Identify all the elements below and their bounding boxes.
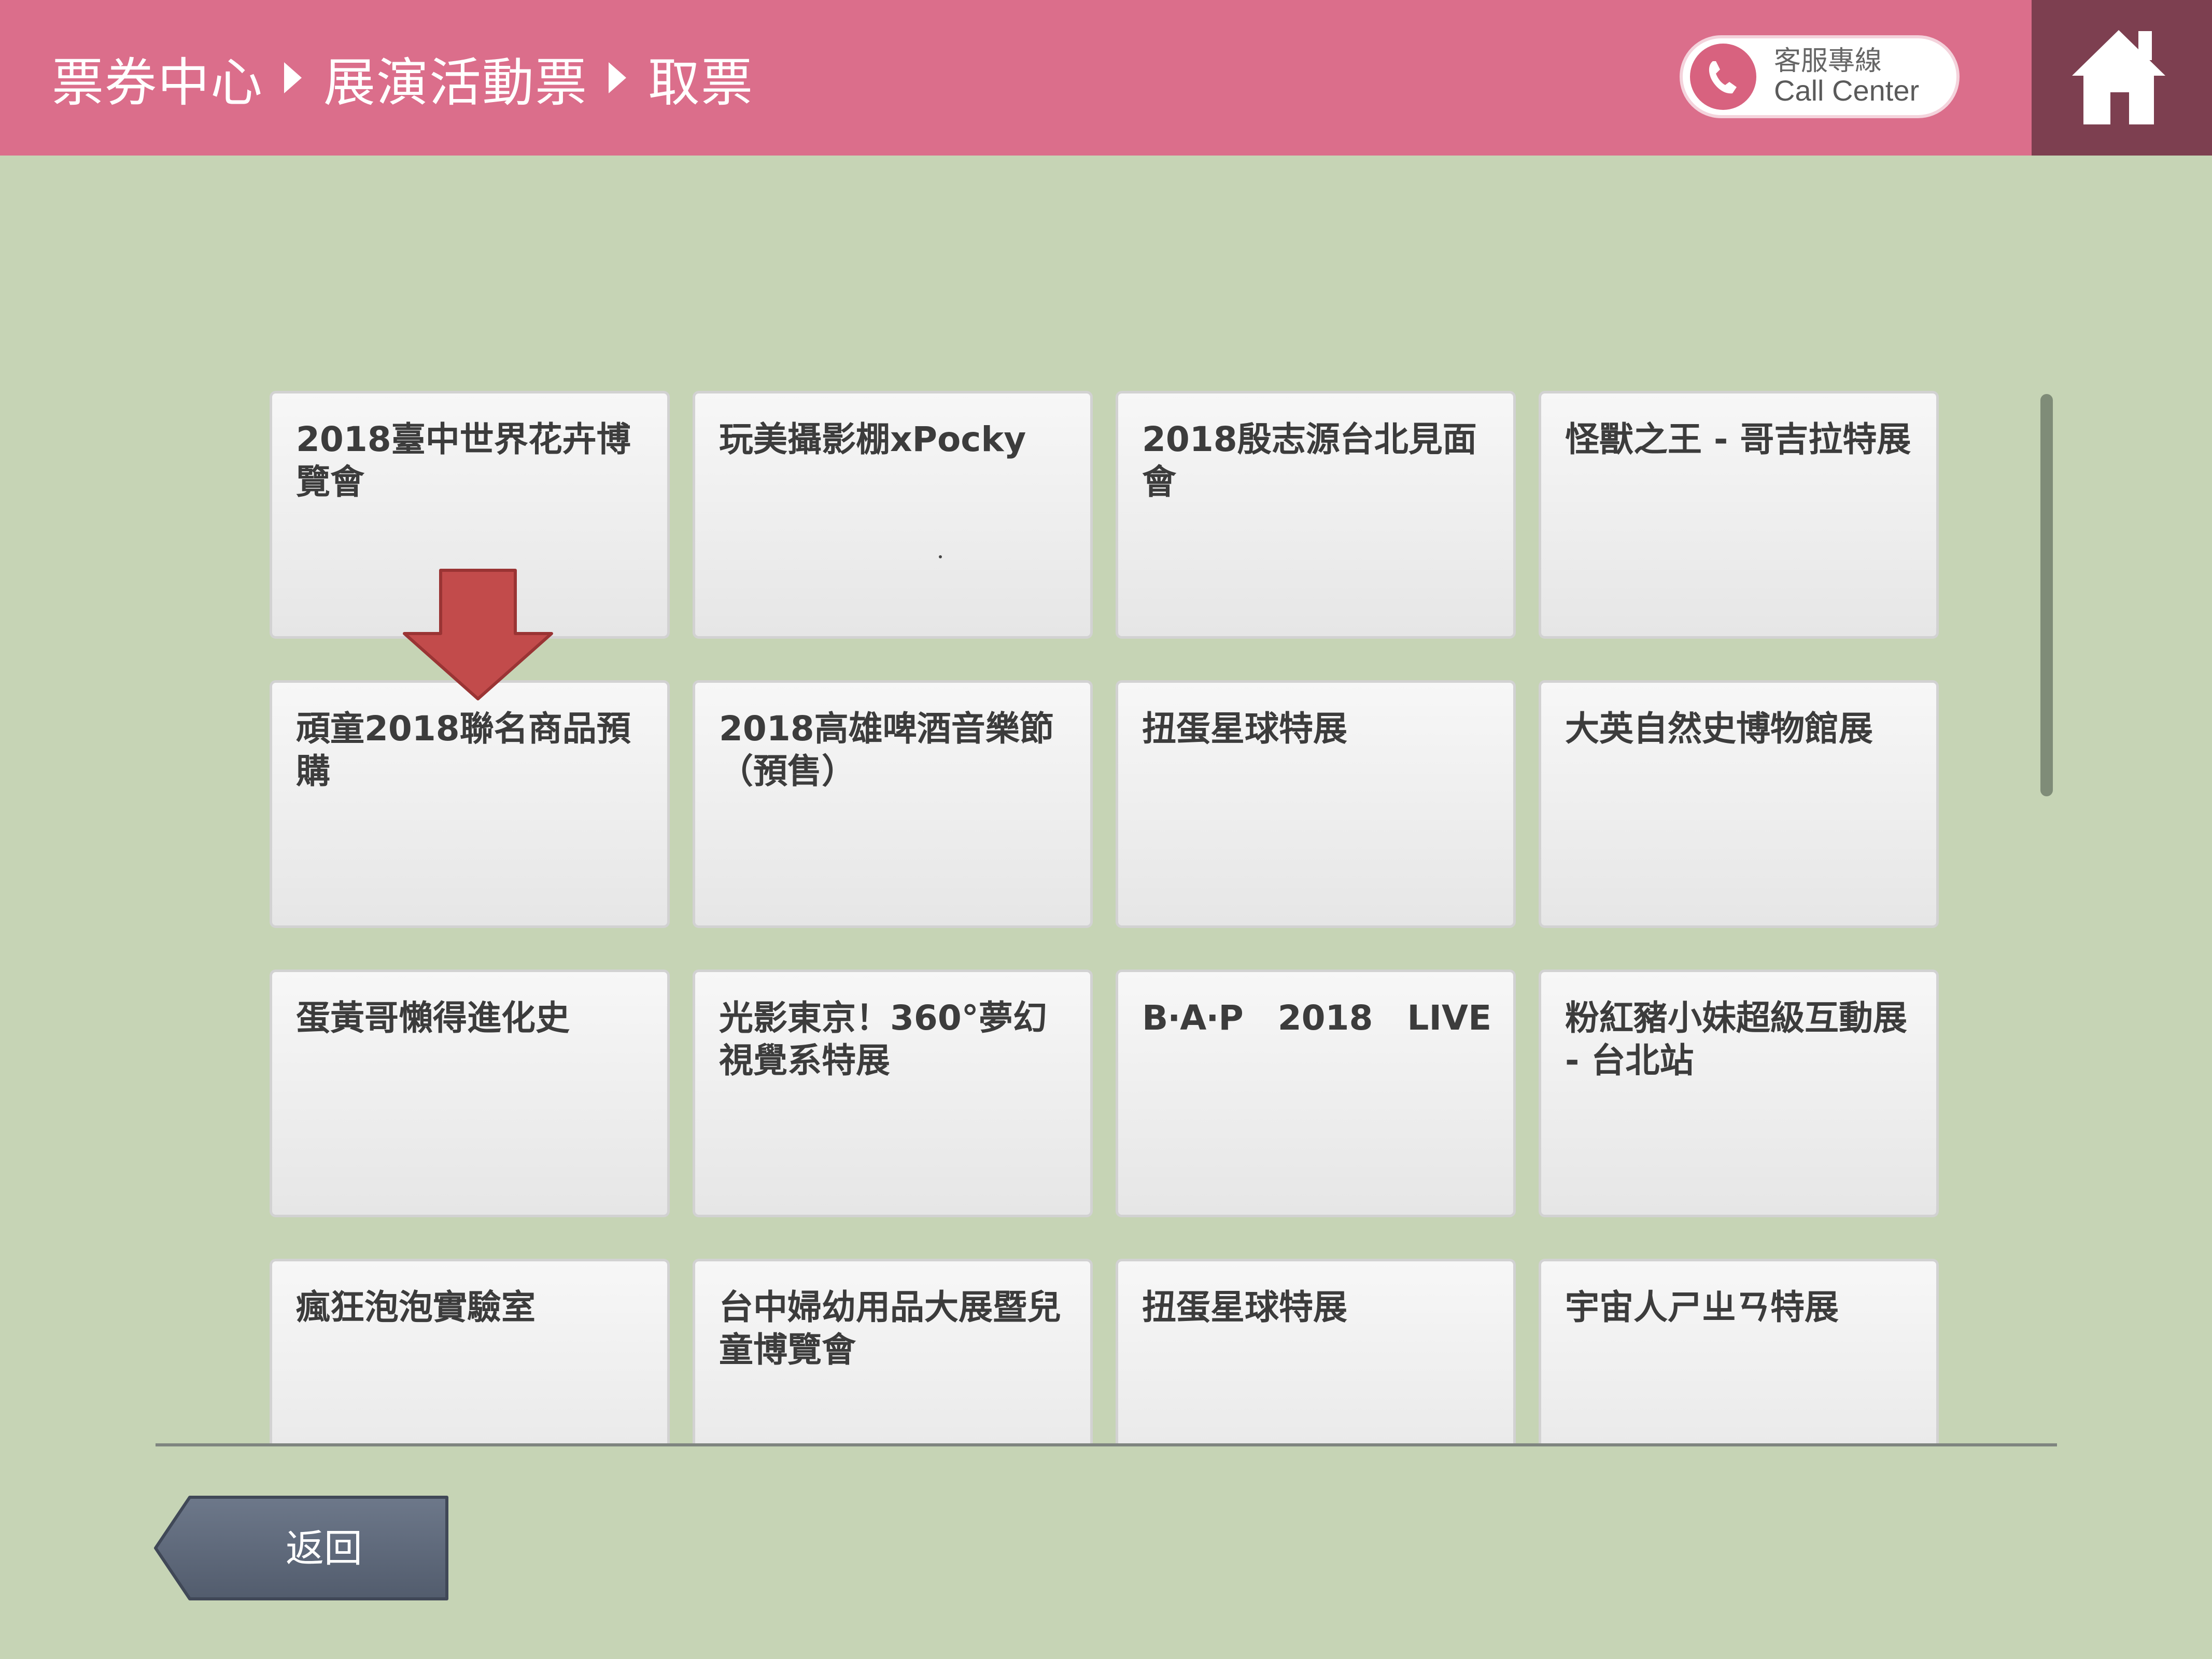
event-tile[interactable]: 扭蛋星球特展 bbox=[1116, 680, 1516, 928]
header-bar: 票券中心 展演活動票 取票 客服專線 Call Center bbox=[0, 0, 2212, 156]
home-icon bbox=[2072, 30, 2165, 124]
event-tile-label: 瘋狂泡泡實驗室 bbox=[296, 1287, 536, 1327]
scrollbar-thumb[interactable] bbox=[2040, 394, 2053, 796]
event-tile-label: 扭蛋星球特展 bbox=[1142, 709, 1347, 749]
back-button[interactable]: 返回 bbox=[153, 1495, 451, 1602]
event-tile-label: 蛋黃哥懶得進化史 bbox=[296, 998, 570, 1038]
event-tile[interactable]: 光影東京！360°夢幻視覺系特展 bbox=[693, 969, 1093, 1217]
event-tile[interactable]: 玩美攝影棚xPocky bbox=[693, 391, 1093, 639]
event-tile-label: 2018殷志源台北見面會 bbox=[1142, 419, 1477, 502]
event-tile-label: 台中婦幼用品大展暨兒童博覽會 bbox=[719, 1287, 1061, 1370]
event-tile-label: 宇宙人ㄕㄓㄢ特展 bbox=[1565, 1287, 1839, 1327]
event-tile[interactable]: 台中婦幼用品大展暨兒童博覽會 bbox=[693, 1259, 1093, 1443]
home-button[interactable] bbox=[2032, 0, 2212, 156]
breadcrumb-exhibition-tickets[interactable]: 展演活動票 bbox=[323, 40, 588, 116]
breadcrumb-pickup: 取票 bbox=[648, 52, 754, 113]
event-tile-label: 大英自然史博物館展 bbox=[1565, 709, 1873, 749]
breadcrumb: 票券中心 展演活動票 取票 bbox=[52, 0, 754, 156]
call-center-label-en: Call Center bbox=[1774, 74, 1920, 107]
event-tile-label: 粉紅豬小妹超級互動展 - 台北站 bbox=[1565, 998, 1907, 1080]
event-tile[interactable]: 頑童2018聯名商品預購 bbox=[270, 680, 670, 928]
event-tile[interactable]: 扭蛋星球特展 bbox=[1116, 1259, 1516, 1443]
event-tile[interactable]: 2018殷志源台北見面會 bbox=[1116, 391, 1516, 639]
event-tile-label: 光影東京！360°夢幻視覺系特展 bbox=[719, 998, 1047, 1080]
phone-icon bbox=[1690, 44, 1756, 110]
event-tile-label: 扭蛋星球特展 bbox=[1142, 1287, 1347, 1327]
event-tile-label: 怪獸之王 - 哥吉拉特展 bbox=[1565, 419, 1911, 459]
event-tile[interactable]: 瘋狂泡泡實驗室 bbox=[270, 1259, 670, 1443]
footer-divider bbox=[156, 1443, 2057, 1446]
call-center-label-zh: 客服專線 bbox=[1774, 46, 1882, 77]
stray-dot bbox=[939, 555, 942, 558]
event-tile-label: 2018臺中世界花卉博覽會 bbox=[296, 419, 631, 502]
event-tile-label: 頑童2018聯名商品預購 bbox=[296, 709, 631, 791]
down-arrow-icon bbox=[403, 569, 553, 700]
event-tile[interactable]: 大英自然史博物館展 bbox=[1539, 680, 1939, 928]
event-tile-label: B‧A‧P 2018 LIVE bbox=[1142, 998, 1492, 1038]
event-tile[interactable]: B‧A‧P 2018 LIVE bbox=[1116, 969, 1516, 1217]
event-tile[interactable]: 蛋黃哥懶得進化史 bbox=[270, 969, 670, 1217]
breadcrumb-separator-icon bbox=[609, 62, 626, 93]
event-tile[interactable]: 粉紅豬小妹超級互動展 - 台北站 bbox=[1539, 969, 1939, 1217]
breadcrumb-separator-icon bbox=[284, 62, 302, 93]
scrollbar[interactable] bbox=[2040, 394, 2053, 796]
event-grid: 2018臺中世界花卉博覽會 玩美攝影棚xPocky 2018殷志源台北見面會 怪… bbox=[270, 391, 1944, 1443]
back-button-label: 返回 bbox=[286, 1526, 362, 1571]
breadcrumb-ticket-center[interactable]: 票券中心 bbox=[52, 40, 263, 116]
event-tile[interactable]: 宇宙人ㄕㄓㄢ特展 bbox=[1539, 1259, 1939, 1443]
call-center-button[interactable]: 客服專線 Call Center bbox=[1680, 35, 1960, 118]
event-tile-label: 2018高雄啤酒音樂節（預售） bbox=[719, 709, 1054, 791]
event-tile-label: 玩美攝影棚xPocky bbox=[719, 419, 1026, 459]
event-tile[interactable]: 怪獸之王 - 哥吉拉特展 bbox=[1539, 391, 1939, 639]
event-tile[interactable]: 2018高雄啤酒音樂節（預售） bbox=[693, 680, 1093, 928]
